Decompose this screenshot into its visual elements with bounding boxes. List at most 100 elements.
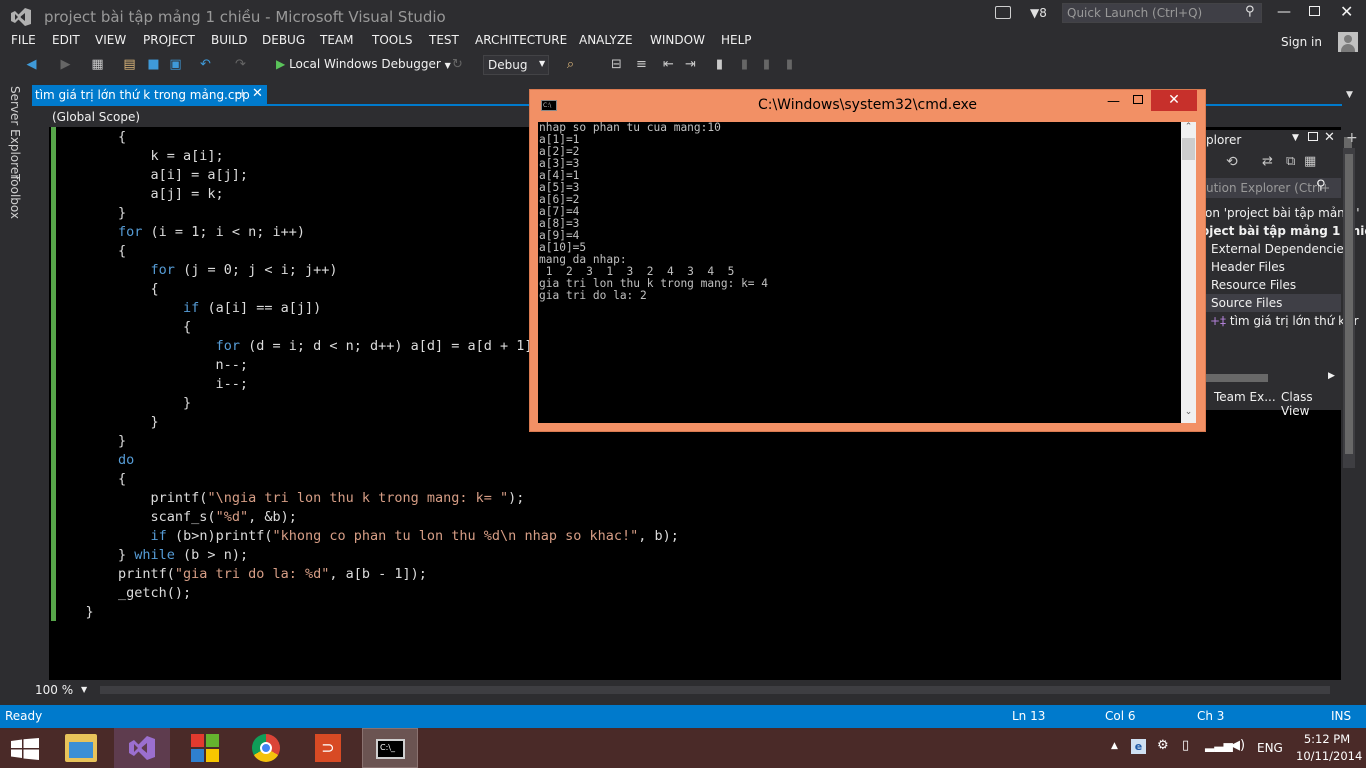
menu-file[interactable]: FILE xyxy=(11,33,36,47)
comment-icon[interactable]: ≡ xyxy=(634,57,649,72)
open-file-icon[interactable]: ▤ xyxy=(122,57,137,72)
right-panel-plus-icon[interactable]: + xyxy=(1346,130,1358,146)
solution-node[interactable]: on 'project bài tập mảng ' xyxy=(1205,206,1360,220)
menu-analyze[interactable]: ANALYZE xyxy=(579,33,633,47)
menu-help[interactable]: HELP xyxy=(721,33,752,47)
close-tab-icon[interactable]: ✕ xyxy=(252,86,263,101)
menu-window[interactable]: WINDOW xyxy=(650,33,705,47)
bookmark-icon[interactable]: ▮ xyxy=(712,57,727,72)
menu-test[interactable]: TEST xyxy=(429,33,459,47)
collapse-all-icon[interactable]: ⧉ xyxy=(1286,154,1295,169)
scroll-thumb[interactable] xyxy=(1182,138,1195,160)
menu-debug[interactable]: DEBUG xyxy=(262,33,305,47)
server-explorer-tab[interactable]: Server Explorer xyxy=(8,86,22,179)
scroll-thumb[interactable] xyxy=(1206,374,1268,382)
network-settings-icon[interactable]: ⚙ xyxy=(1157,738,1169,753)
indent-icon[interactable]: ⇥ xyxy=(683,57,698,72)
pin-icon[interactable]: ⊣ xyxy=(234,87,244,100)
start-button-icon[interactable] xyxy=(11,738,39,760)
outdent-icon[interactable]: ⇤ xyxy=(661,57,676,72)
save-icon[interactable]: ■ xyxy=(146,57,161,72)
editor-horizontal-scrollbar[interactable] xyxy=(100,686,1330,694)
redo-icon[interactable]: ↷ xyxy=(233,57,248,72)
signal-icon[interactable]: ▂▃▅ xyxy=(1205,738,1233,752)
cmd-taskbar-button[interactable]: C:\_ xyxy=(362,728,418,768)
navigate-icon[interactable]: ⊟ xyxy=(609,57,624,72)
feedback-icon[interactable] xyxy=(995,6,1011,19)
back-icon[interactable]: ◀ xyxy=(24,57,39,72)
cmd-vertical-scrollbar[interactable]: ⌃ ⌄ xyxy=(1181,122,1196,423)
sync-icon[interactable]: ⟲ xyxy=(1226,154,1238,170)
toolbox-tab[interactable]: Toolbox xyxy=(8,174,22,219)
menu-tools[interactable]: TOOLS xyxy=(372,33,413,47)
new-project-icon[interactable]: ▦ xyxy=(90,57,105,72)
properties-icon[interactable]: ▦ xyxy=(1304,154,1316,169)
visual-studio-taskbar-button[interactable] xyxy=(114,728,170,768)
solution-search-input[interactable]: ution Explorer (Ctrl+ ⚲ xyxy=(1200,178,1341,198)
battery-icon[interactable]: ▯ xyxy=(1182,738,1189,753)
panel-tab-row: Team Ex... Class View xyxy=(1206,388,1341,418)
scroll-right-icon[interactable]: ▶ xyxy=(1328,371,1335,381)
external-dependencies-node[interactable]: External Dependencies xyxy=(1211,242,1350,256)
scroll-up-icon[interactable]: ⌃ xyxy=(1182,122,1195,136)
ie-tray-icon[interactable]: e xyxy=(1131,739,1146,754)
chrome-icon[interactable] xyxy=(252,734,280,762)
source-files-node[interactable]: Source Files xyxy=(1211,296,1282,310)
cmd-close-button[interactable]: ✕ xyxy=(1151,90,1197,111)
cmd-maximize-button[interactable] xyxy=(1133,95,1143,104)
menu-build[interactable]: BUILD xyxy=(211,33,247,47)
scope-dropdown[interactable]: (Global Scope) xyxy=(52,110,140,124)
file-explorer-icon[interactable] xyxy=(65,734,97,762)
quick-launch-input[interactable]: Quick Launch (Ctrl+Q) ⚲ xyxy=(1062,3,1262,23)
refresh-icon[interactable]: ⇄ xyxy=(1262,154,1273,169)
save-all-icon[interactable]: ▣ xyxy=(168,57,183,72)
forward-icon[interactable]: ▶ xyxy=(58,57,73,72)
chevron-down-icon[interactable]: ▼ xyxy=(1292,133,1299,143)
menu-edit[interactable]: EDIT xyxy=(52,33,80,47)
resource-files-node[interactable]: Resource Files xyxy=(1211,278,1296,292)
windows-live-icon[interactable] xyxy=(191,734,219,762)
clear-bookmarks-icon[interactable]: ▮ xyxy=(782,57,797,72)
next-bookmark-icon[interactable]: ▮ xyxy=(759,57,774,72)
scroll-thumb[interactable] xyxy=(1345,154,1353,454)
config-value: Debug xyxy=(488,58,528,72)
sign-in-link[interactable]: Sign in xyxy=(1281,35,1322,49)
restore-button[interactable] xyxy=(1309,6,1320,16)
project-node[interactable]: oject bài tập mảng 1 chiề xyxy=(1201,224,1366,238)
clock[interactable]: 5:12 PM 10/11/2014 xyxy=(1296,732,1362,763)
show-hidden-icons-icon[interactable]: ▲ xyxy=(1111,741,1118,751)
find-in-files-icon[interactable]: ⌕ xyxy=(563,57,578,72)
header-files-node[interactable]: Header Files xyxy=(1211,260,1285,274)
menu-project[interactable]: PROJECT xyxy=(143,33,195,47)
document-tab[interactable]: tìm giá trị lớn thứ k trong mảng.cpp ⊣ ✕ xyxy=(32,85,267,106)
cmd-minimize-button[interactable]: — xyxy=(1107,94,1120,109)
refresh-icon[interactable]: ↻ xyxy=(450,57,465,72)
undo-icon[interactable]: ↶ xyxy=(198,57,213,72)
class-view-tab[interactable]: Class View xyxy=(1281,390,1341,418)
menu-view[interactable]: VIEW xyxy=(95,33,126,47)
tab-overflow-icon[interactable]: ▼ xyxy=(1346,90,1353,100)
solution-horizontal-scrollbar[interactable]: ▶ xyxy=(1200,370,1341,386)
user-avatar-icon[interactable] xyxy=(1338,32,1358,52)
prev-bookmark-icon[interactable]: ▮ xyxy=(737,57,752,72)
windows-taskbar: ⊃ C:\_ ▲ e ⚙ ▯ ▂▃▅ ◀) ENG 5:12 PM 10/11/… xyxy=(0,728,1366,768)
console-line: gia tri do la: 2 xyxy=(539,289,647,302)
right-strip-scrollbar[interactable] xyxy=(1343,148,1355,468)
office-icon[interactable]: ⊃ xyxy=(315,734,341,762)
menu-architecture[interactable]: ARCHITECTURE xyxy=(475,33,567,47)
menu-team[interactable]: TEAM xyxy=(320,33,353,47)
close-panel-icon[interactable]: ✕ xyxy=(1324,130,1335,145)
solution-config-select[interactable]: Debug ▼ xyxy=(483,55,549,75)
team-explorer-tab[interactable]: Team Ex... xyxy=(1214,390,1276,404)
volume-icon[interactable]: ◀) xyxy=(1230,738,1245,753)
minimize-button[interactable]: — xyxy=(1277,4,1291,20)
scroll-down-icon[interactable]: ⌄ xyxy=(1182,407,1195,421)
maximize-panel-icon[interactable] xyxy=(1308,132,1318,141)
close-button[interactable]: ✕ xyxy=(1340,2,1353,21)
source-file-node[interactable]: +‡ tìm giá trị lớn thứ k tr xyxy=(1210,314,1359,328)
input-language[interactable]: ENG xyxy=(1257,741,1283,755)
notification-count: 8 xyxy=(1039,6,1047,20)
notifications-button[interactable]: ▼8 xyxy=(1030,6,1047,20)
zoom-select[interactable]: 100 % ▼ xyxy=(33,682,91,698)
start-debugging-button[interactable]: ▶ Local Windows Debugger ▼ xyxy=(276,57,451,71)
